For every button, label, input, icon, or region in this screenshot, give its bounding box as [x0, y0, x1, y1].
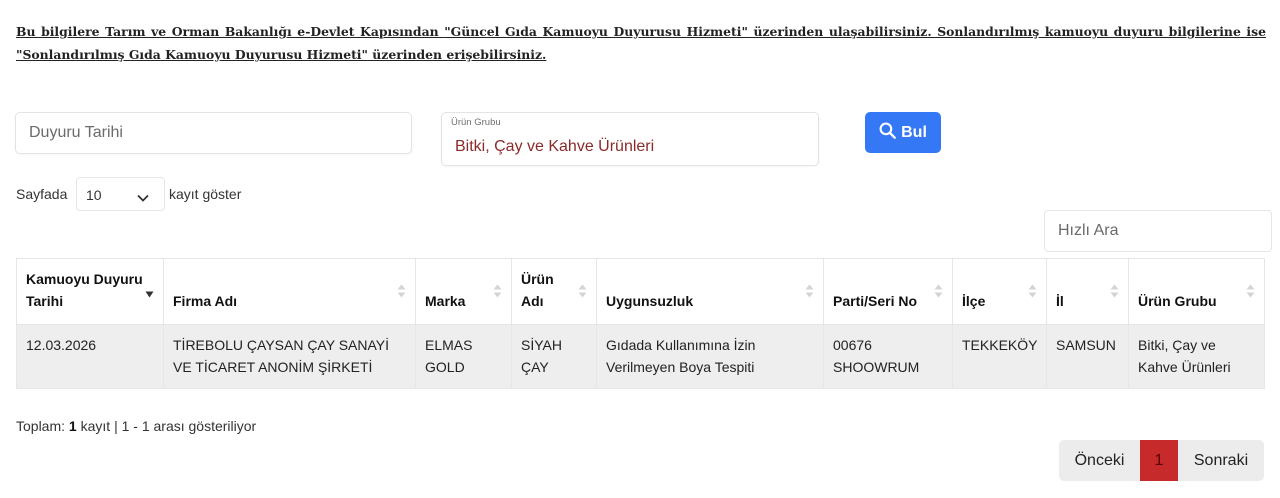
sort-desc-icon — [145, 282, 154, 304]
table-header-row: Kamuoyu Duyuru Tarihi Firma Adı Marka Ür… — [16, 258, 1265, 325]
column-header-product-group[interactable]: Ürün Grubu — [1128, 258, 1265, 325]
summary-label: Toplam: — [16, 418, 66, 434]
search-button[interactable]: Bul — [865, 112, 941, 153]
cell-product-group: Bitki, Çay ve Kahve Ürünleri — [1128, 324, 1265, 389]
sort-icon — [934, 282, 943, 304]
cell-product: SİYAH ÇAY — [511, 324, 597, 389]
cell-batch: 00676 SHOOWRUM — [823, 324, 953, 389]
sort-icon — [805, 282, 814, 304]
column-header-province[interactable]: İl — [1046, 258, 1129, 325]
summary-range: kayıt | 1 - 1 arası gösteriliyor — [80, 418, 257, 434]
sort-icon — [493, 282, 502, 304]
notice-text-2: üzerinden ulaşabilirsiniz. Sonlandırılmı… — [747, 24, 1266, 39]
table-row: 12.03.2026 TİREBOLU ÇAYSAN ÇAY SANAYİ VE… — [16, 324, 1265, 389]
quick-search-field[interactable] — [1044, 210, 1272, 252]
sort-icon — [397, 282, 406, 304]
page-length-value: 10 — [86, 187, 102, 203]
previous-page-button[interactable]: Önceki — [1059, 440, 1140, 481]
page-length-suffix: kayıt göster — [169, 186, 242, 202]
info-notice: Bu bilgilere Tarım ve Orman Bakanlığı e-… — [16, 20, 1266, 66]
cell-brand: ELMAS GOLD — [415, 324, 512, 389]
page-length-label: Sayfada — [16, 186, 68, 202]
search-button-label: Bul — [901, 123, 927, 141]
cell-company: TİREBOLU ÇAYSAN ÇAY SANAYİ VE TİCARET AN… — [163, 324, 416, 389]
sort-icon — [1028, 282, 1037, 304]
cell-nonconformity: Gıdada Kullanımına İzin Verilmeyen Boya … — [596, 324, 824, 389]
sort-icon — [1110, 282, 1119, 304]
results-summary: Toplam: 1 kayıt | 1 - 1 arası gösteriliy… — [16, 418, 256, 434]
announcements-table: Kamuoyu Duyuru Tarihi Firma Adı Marka Ür… — [16, 258, 1265, 389]
column-header-batch[interactable]: Parti/Seri No — [823, 258, 953, 325]
search-icon — [879, 122, 897, 144]
column-header-nonconformity[interactable]: Uygunsuzluk — [596, 258, 824, 325]
product-group-label: Ürün Grubu — [451, 117, 501, 128]
column-header-product[interactable]: Ürün Adı — [511, 258, 597, 325]
column-header-brand[interactable]: Marka — [415, 258, 512, 325]
next-page-button[interactable]: Sonraki — [1178, 440, 1264, 481]
column-header-company[interactable]: Firma Adı — [163, 258, 416, 325]
cell-date: 12.03.2026 — [16, 324, 164, 389]
cell-province: SAMSUN — [1046, 324, 1129, 389]
notice-text-3: üzerinden erişebilirsiniz. — [367, 47, 547, 62]
product-group-select[interactable]: Ürün Grubu Bitki, Çay ve Kahve Ürünleri — [441, 112, 819, 166]
column-header-district[interactable]: İlçe — [952, 258, 1047, 325]
current-announcement-link[interactable]: "Güncel Gıda Kamuoyu Duyurusu Hizmeti" — [444, 24, 748, 39]
quick-search-input[interactable] — [1045, 211, 1271, 251]
announcement-date-field[interactable] — [15, 112, 412, 154]
product-group-value: Bitki, Çay ve Kahve Ürünleri — [455, 138, 655, 155]
column-header-date[interactable]: Kamuoyu Duyuru Tarihi — [16, 258, 164, 325]
closed-announcement-link[interactable]: "Sonlandırılmış Gıda Kamuoyu Duyurusu Hi… — [16, 47, 368, 62]
sort-icon — [578, 282, 587, 304]
sort-icon — [1246, 282, 1255, 304]
page-length-select[interactable]: 10 — [76, 177, 165, 211]
chevron-down-icon — [137, 189, 149, 207]
notice-text-1: Bu bilgilere Tarım ve Orman Bakanlığı e-… — [16, 24, 445, 39]
page-1-button[interactable]: 1 — [1140, 440, 1178, 481]
announcement-date-input[interactable] — [16, 113, 411, 153]
cell-district: TEKKEKÖY — [952, 324, 1047, 389]
summary-count: 1 — [68, 418, 77, 434]
